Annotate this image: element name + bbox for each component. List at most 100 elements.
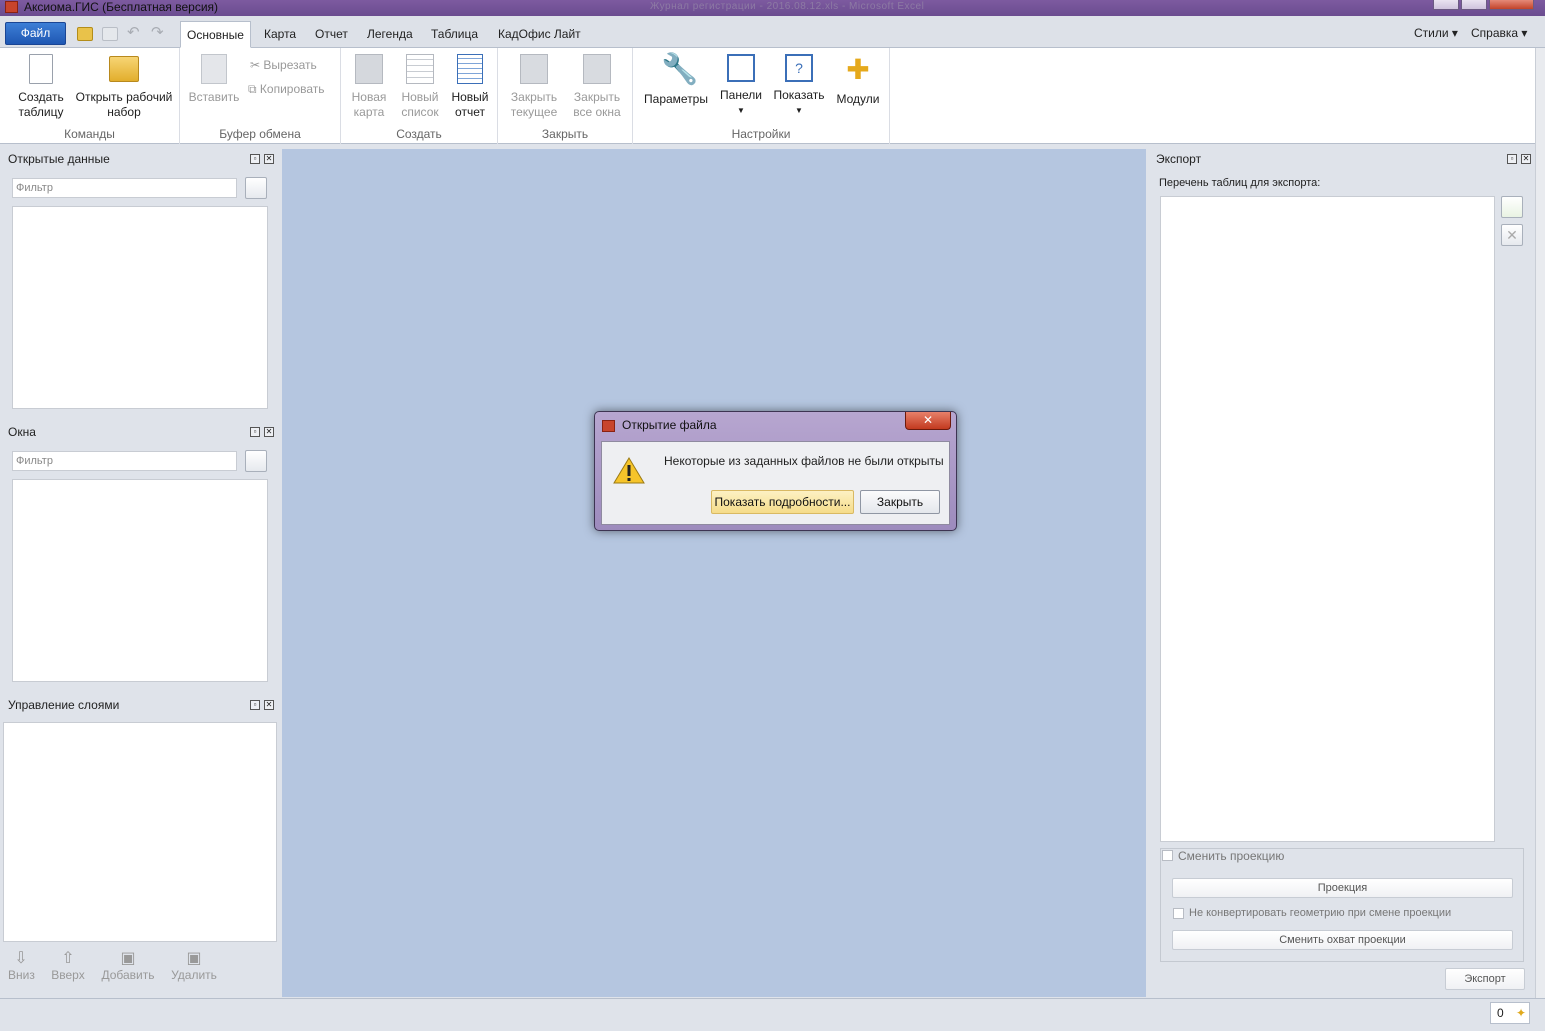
parameters-button[interactable]: 🔧 Параметры bbox=[641, 54, 711, 107]
close-icon[interactable]: ✕ bbox=[264, 154, 274, 164]
group-label-close: Закрыть bbox=[541, 127, 589, 141]
background-window-title: Журнал регистрации - 2016.08.12.xls - Mi… bbox=[650, 1, 925, 12]
puzzle-icon: ✚ bbox=[846, 54, 870, 85]
create-table-button[interactable]: Создать таблицу bbox=[12, 54, 70, 120]
new-map-button[interactable]: Новая карта bbox=[347, 54, 391, 120]
new-report-button[interactable]: Новый отчет bbox=[447, 54, 493, 120]
group-label-clipboard: Буфер обмена bbox=[219, 127, 301, 141]
open-folder-icon[interactable] bbox=[77, 27, 93, 41]
undock-icon[interactable]: ▫ bbox=[1507, 154, 1517, 164]
open-file-dialog: Открытие файла ✕ Некоторые из заданных ф… bbox=[594, 411, 957, 531]
show-details-button[interactable]: Показать подробности... bbox=[711, 490, 854, 514]
panel-layers-title: Управление слоями bbox=[8, 698, 120, 712]
open-data-filter-input[interactable]: Фильтр bbox=[12, 178, 237, 198]
broom-icon[interactable]: ✦ bbox=[1516, 1003, 1526, 1023]
close-all-button[interactable]: Закрыть все окна bbox=[568, 54, 626, 120]
export-button[interactable]: Экспорт bbox=[1445, 968, 1525, 990]
save-icon[interactable] bbox=[102, 27, 118, 41]
close-current-button[interactable]: Закрыть текущее bbox=[506, 54, 562, 120]
tab-report[interactable]: Отчет bbox=[309, 21, 354, 48]
map-icon bbox=[355, 54, 383, 84]
tab-kadoffice[interactable]: КадОфис Лайт bbox=[492, 21, 587, 48]
panel-export-title: Экспорт bbox=[1156, 152, 1202, 166]
window-title: Аксиома.ГИС (Бесплатная версия) bbox=[24, 0, 219, 14]
undo-icon[interactable]: ↶ bbox=[127, 25, 143, 41]
sort-az-icon[interactable] bbox=[245, 450, 267, 472]
cut-button[interactable]: ✂ Вырезать bbox=[250, 58, 317, 72]
close-window-button[interactable] bbox=[1489, 0, 1534, 10]
chevron-down-icon: ▼ bbox=[737, 106, 745, 115]
modules-button[interactable]: ✚ Модули bbox=[833, 54, 883, 107]
dialog-close-button[interactable]: Закрыть bbox=[860, 490, 940, 514]
change-projection-checkbox[interactable] bbox=[1162, 850, 1173, 861]
open-data-list[interactable] bbox=[12, 206, 268, 409]
export-table-list[interactable] bbox=[1160, 196, 1495, 842]
no-convert-label: Не конвертировать геометрию при смене пр… bbox=[1189, 907, 1452, 919]
layers-list[interactable] bbox=[3, 722, 277, 942]
undock-icon[interactable]: ▫ bbox=[250, 154, 260, 164]
add-layer-button[interactable]: ▣ Добавить bbox=[100, 948, 156, 982]
export-list-label: Перечень таблиц для экспорта: bbox=[1159, 177, 1321, 189]
redo-icon[interactable]: ↷ bbox=[151, 25, 167, 41]
new-document-icon bbox=[29, 54, 53, 84]
minimize-button[interactable] bbox=[1433, 0, 1459, 10]
right-edge-strip bbox=[1535, 48, 1545, 998]
paste-button[interactable]: Вставить bbox=[186, 54, 242, 105]
new-list-button[interactable]: Новый список bbox=[397, 54, 443, 120]
group-create: Новая карта Новый список Новый отчет Соз… bbox=[341, 48, 498, 144]
undock-icon[interactable]: ▫ bbox=[250, 427, 260, 437]
windows-filter-input[interactable]: Фильтр bbox=[12, 451, 237, 471]
group-label-settings: Настройки bbox=[731, 127, 791, 141]
no-convert-checkbox[interactable] bbox=[1173, 908, 1184, 919]
tab-legend[interactable]: Легенда bbox=[361, 21, 419, 48]
maximize-button[interactable] bbox=[1461, 0, 1487, 10]
copy-button[interactable]: ⧉ Копировать bbox=[248, 82, 325, 97]
panels-icon bbox=[727, 54, 755, 82]
arrow-up-icon: ⇧ bbox=[61, 950, 75, 967]
grid-icon bbox=[406, 54, 434, 84]
panels-button[interactable]: Панели ▼ bbox=[717, 54, 765, 118]
tab-map[interactable]: Карта bbox=[258, 21, 302, 48]
move-up-button[interactable]: ⇧ Вверх bbox=[50, 948, 86, 982]
styles-menu[interactable]: Стили ▾ bbox=[1414, 26, 1458, 40]
panel-open-data-title: Открытые данные bbox=[8, 152, 110, 166]
undock-icon[interactable]: ▫ bbox=[250, 700, 260, 710]
tab-table[interactable]: Таблица bbox=[425, 21, 484, 48]
status-bar: 0 ✦ bbox=[0, 998, 1545, 1031]
panel-windows-title: Окна bbox=[8, 425, 36, 439]
projection-button[interactable]: Проекция bbox=[1172, 878, 1513, 898]
file-menu-button[interactable]: Файл bbox=[5, 22, 66, 45]
folder-icon bbox=[109, 56, 139, 82]
help-window-icon: ? bbox=[785, 54, 813, 82]
ribbon-panel: Создать таблицу Открыть рабочий набор Ко… bbox=[0, 48, 1535, 144]
show-button[interactable]: ? Показать ▼ bbox=[771, 54, 827, 118]
warning-icon bbox=[613, 457, 645, 484]
title-bar: Аксиома.ГИС (Бесплатная версия) Журнал р… bbox=[0, 0, 1545, 16]
add-table-icon[interactable] bbox=[1501, 196, 1523, 218]
close-window-icon bbox=[520, 54, 548, 84]
move-down-button[interactable]: ⇩ Вниз bbox=[8, 948, 35, 982]
dialog-title: Открытие файла bbox=[622, 418, 717, 432]
group-clipboard: Вставить ✂ Вырезать ⧉ Копировать Буфер о… bbox=[180, 48, 341, 144]
close-all-icon bbox=[583, 54, 611, 84]
remove-layer-icon: ▣ bbox=[186, 950, 202, 967]
sort-az-icon[interactable] bbox=[245, 177, 267, 199]
remove-table-icon[interactable]: ✕ bbox=[1501, 224, 1523, 246]
dialog-close-icon[interactable]: ✕ bbox=[905, 412, 951, 430]
group-label-create: Создать bbox=[396, 127, 442, 141]
clipboard-icon bbox=[201, 54, 227, 84]
dialog-body: Некоторые из заданных файлов не были отк… bbox=[601, 441, 950, 525]
ribbon-tab-row: Файл ↶ ↷ Основные Карта Отчет Легенда Та… bbox=[0, 16, 1545, 48]
open-workspace-button[interactable]: Открыть рабочий набор bbox=[72, 54, 176, 120]
remove-layer-button[interactable]: ▣ Удалить bbox=[168, 948, 220, 982]
tab-main[interactable]: Основные bbox=[180, 21, 251, 48]
change-extent-button[interactable]: Сменить охват проекции bbox=[1172, 930, 1513, 950]
close-icon[interactable]: ✕ bbox=[1521, 154, 1531, 164]
group-close: Закрыть текущее Закрыть все окна Закрыть bbox=[498, 48, 633, 144]
wrench-icon: 🔧 bbox=[661, 53, 699, 86]
close-icon[interactable]: ✕ bbox=[264, 700, 274, 710]
windows-list[interactable] bbox=[12, 479, 268, 682]
close-icon[interactable]: ✕ bbox=[264, 427, 274, 437]
help-menu[interactable]: Справка ▾ bbox=[1471, 26, 1527, 40]
dialog-message: Некоторые из заданных файлов не были отк… bbox=[664, 454, 944, 468]
